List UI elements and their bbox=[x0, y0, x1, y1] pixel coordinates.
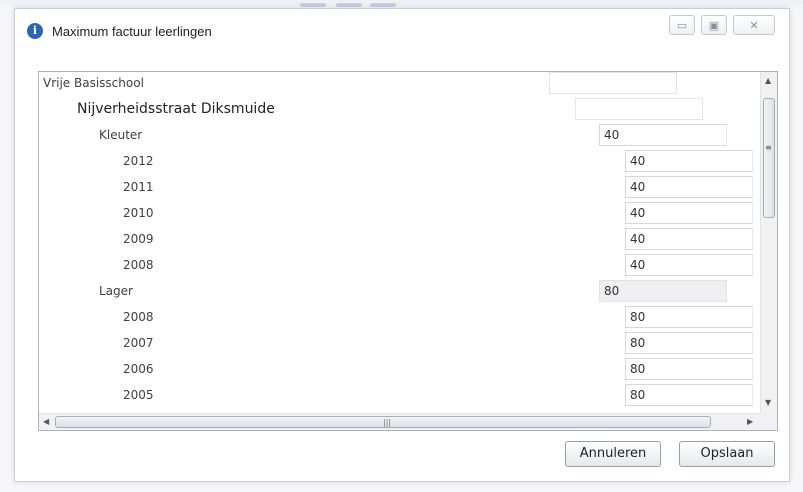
scroll-up-arrow-icon[interactable]: ▲ bbox=[765, 76, 771, 86]
tree-row-label: Lager bbox=[99, 284, 133, 298]
vertical-scroll-thumb[interactable]: ≡ bbox=[763, 98, 775, 218]
info-icon: i bbox=[27, 23, 43, 39]
dialog-window: i Maximum factuur leerlingen ▭ ▣ ✕ Vrije… bbox=[14, 8, 790, 482]
tree-row: Vrije Basisschool bbox=[39, 72, 761, 98]
scroll-right-arrow-icon[interactable]: ▶ bbox=[747, 417, 753, 427]
tree-row-label: 2011 bbox=[123, 180, 154, 194]
scroll-down-arrow-icon[interactable]: ▼ bbox=[765, 398, 771, 408]
tree-row-label: 2008 bbox=[123, 258, 154, 272]
close-button[interactable]: ✕ bbox=[733, 15, 775, 35]
tree-row-label: 2010 bbox=[123, 206, 154, 220]
tree-row: Lager 80 bbox=[39, 280, 761, 306]
tree-row-label: Kleuter bbox=[99, 128, 143, 142]
background-decoration bbox=[370, 3, 396, 7]
value-input[interactable] bbox=[549, 72, 677, 94]
window-title: Maximum factuur leerlingen bbox=[52, 24, 212, 39]
value-input[interactable]: 80 bbox=[599, 280, 727, 302]
tree-row-label: 2007 bbox=[123, 336, 154, 350]
tree-row: 2006 80 bbox=[39, 358, 761, 384]
cancel-button[interactable]: Annuleren bbox=[565, 441, 661, 467]
value-input[interactable]: 80 bbox=[625, 358, 753, 380]
tree-row-label: 2008 bbox=[123, 310, 154, 324]
tree-row-label: 2006 bbox=[123, 362, 154, 376]
tree-panel: Vrije Basisschool Nijverheidsstraat Diks… bbox=[38, 71, 778, 431]
value-input[interactable] bbox=[575, 98, 703, 120]
horizontal-scroll-thumb[interactable]: ||| bbox=[55, 416, 711, 428]
vertical-scrollbar[interactable]: ▲ ≡ ▼ bbox=[760, 72, 777, 414]
tree-row: 2010 40 bbox=[39, 202, 761, 228]
horizontal-scrollbar[interactable]: ◀ ||| ▶ bbox=[39, 413, 761, 430]
tree-row-label: Nijverheidsstraat Diksmuide bbox=[77, 101, 275, 117]
tree-row: 2007 80 bbox=[39, 332, 761, 358]
value-input[interactable]: 80 bbox=[625, 332, 753, 354]
value-input[interactable]: 40 bbox=[625, 150, 753, 172]
value-input[interactable]: 40 bbox=[625, 254, 753, 276]
value-input[interactable]: 40 bbox=[625, 228, 753, 250]
window-controls: ▭ ▣ ✕ bbox=[669, 15, 775, 35]
tree-row-label: 2009 bbox=[123, 232, 154, 246]
scrollbar-corner bbox=[760, 413, 777, 430]
grip-icon: ≡ bbox=[765, 143, 772, 152]
grip-icon: ||| bbox=[383, 418, 392, 427]
value-input[interactable]: 80 bbox=[625, 306, 753, 328]
background-decoration bbox=[336, 3, 362, 7]
tree-row-label: 2005 bbox=[123, 388, 154, 402]
save-button[interactable]: Opslaan bbox=[679, 441, 775, 467]
minimize-button[interactable]: ▭ bbox=[669, 15, 695, 35]
value-input[interactable]: 80 bbox=[625, 384, 753, 406]
tree-row: 2008 80 bbox=[39, 306, 761, 332]
title-bar[interactable]: i Maximum factuur leerlingen ▭ ▣ ✕ bbox=[15, 9, 789, 53]
tree-row: Nijverheidsstraat Diksmuide bbox=[39, 98, 761, 124]
scroll-left-arrow-icon[interactable]: ◀ bbox=[43, 417, 49, 427]
tree-row: 2005 80 bbox=[39, 384, 761, 410]
restore-button[interactable]: ▣ bbox=[701, 15, 727, 35]
value-input[interactable]: 40 bbox=[625, 176, 753, 198]
tree-row: 2012 40 bbox=[39, 150, 761, 176]
background-decoration bbox=[300, 3, 326, 7]
tree-row: 2011 40 bbox=[39, 176, 761, 202]
tree-rows: Vrije Basisschool Nijverheidsstraat Diks… bbox=[39, 72, 761, 414]
tree-row: 2009 40 bbox=[39, 228, 761, 254]
tree-row: 2008 40 bbox=[39, 254, 761, 280]
tree-row-label: Vrije Basisschool bbox=[43, 76, 144, 90]
value-input[interactable]: 40 bbox=[599, 124, 727, 146]
value-input[interactable]: 40 bbox=[625, 202, 753, 224]
tree-row-label: 2012 bbox=[123, 154, 154, 168]
tree-row: Kleuter 40 bbox=[39, 124, 761, 150]
